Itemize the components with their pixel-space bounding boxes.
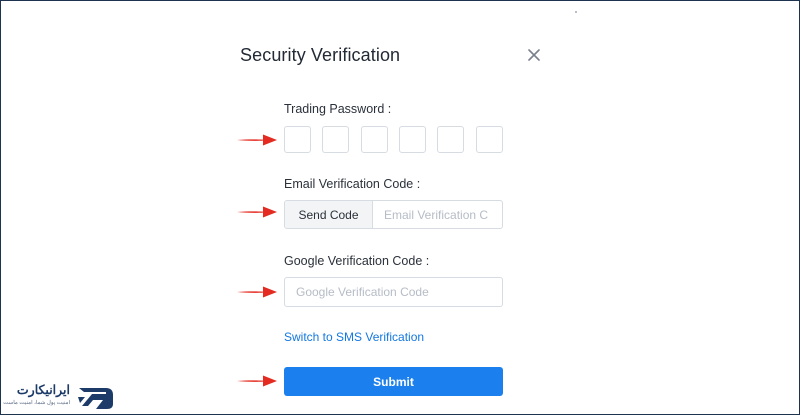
trading-password-digit-6[interactable]	[476, 126, 503, 153]
google-verification-label: Google Verification Code :	[284, 254, 430, 268]
red-arrow-icon	[237, 206, 277, 218]
red-arrow-icon	[237, 375, 277, 387]
trading-password-label: Trading Password :	[284, 102, 392, 116]
email-verification-label: Email Verification Code :	[284, 177, 421, 191]
watermark-logo-icon	[78, 388, 113, 409]
email-verification-group: Send Code	[284, 200, 503, 229]
trading-password-digit-5[interactable]	[437, 126, 464, 153]
watermark-tagline: امنیت پول شما، امنیت ماست	[3, 400, 70, 406]
email-verification-input[interactable]	[373, 201, 502, 228]
close-icon[interactable]	[524, 45, 544, 65]
trading-password-digit-4[interactable]	[399, 126, 426, 153]
red-arrow-icon	[237, 134, 277, 146]
switch-to-sms-link[interactable]: Switch to SMS Verification	[284, 330, 424, 344]
dialog-title: Security Verification	[240, 45, 401, 65]
trading-password-digit-3[interactable]	[361, 126, 388, 153]
decorative-dot	[575, 11, 577, 13]
google-verification-input[interactable]	[284, 277, 503, 307]
trading-password-digit-2[interactable]	[322, 126, 349, 153]
trading-password-digit-1[interactable]	[284, 126, 311, 153]
send-code-button[interactable]: Send Code	[285, 201, 373, 228]
watermark-name: ایرانیکارت	[16, 383, 70, 397]
submit-button[interactable]: Submit	[284, 367, 503, 396]
red-arrow-icon	[237, 286, 277, 298]
